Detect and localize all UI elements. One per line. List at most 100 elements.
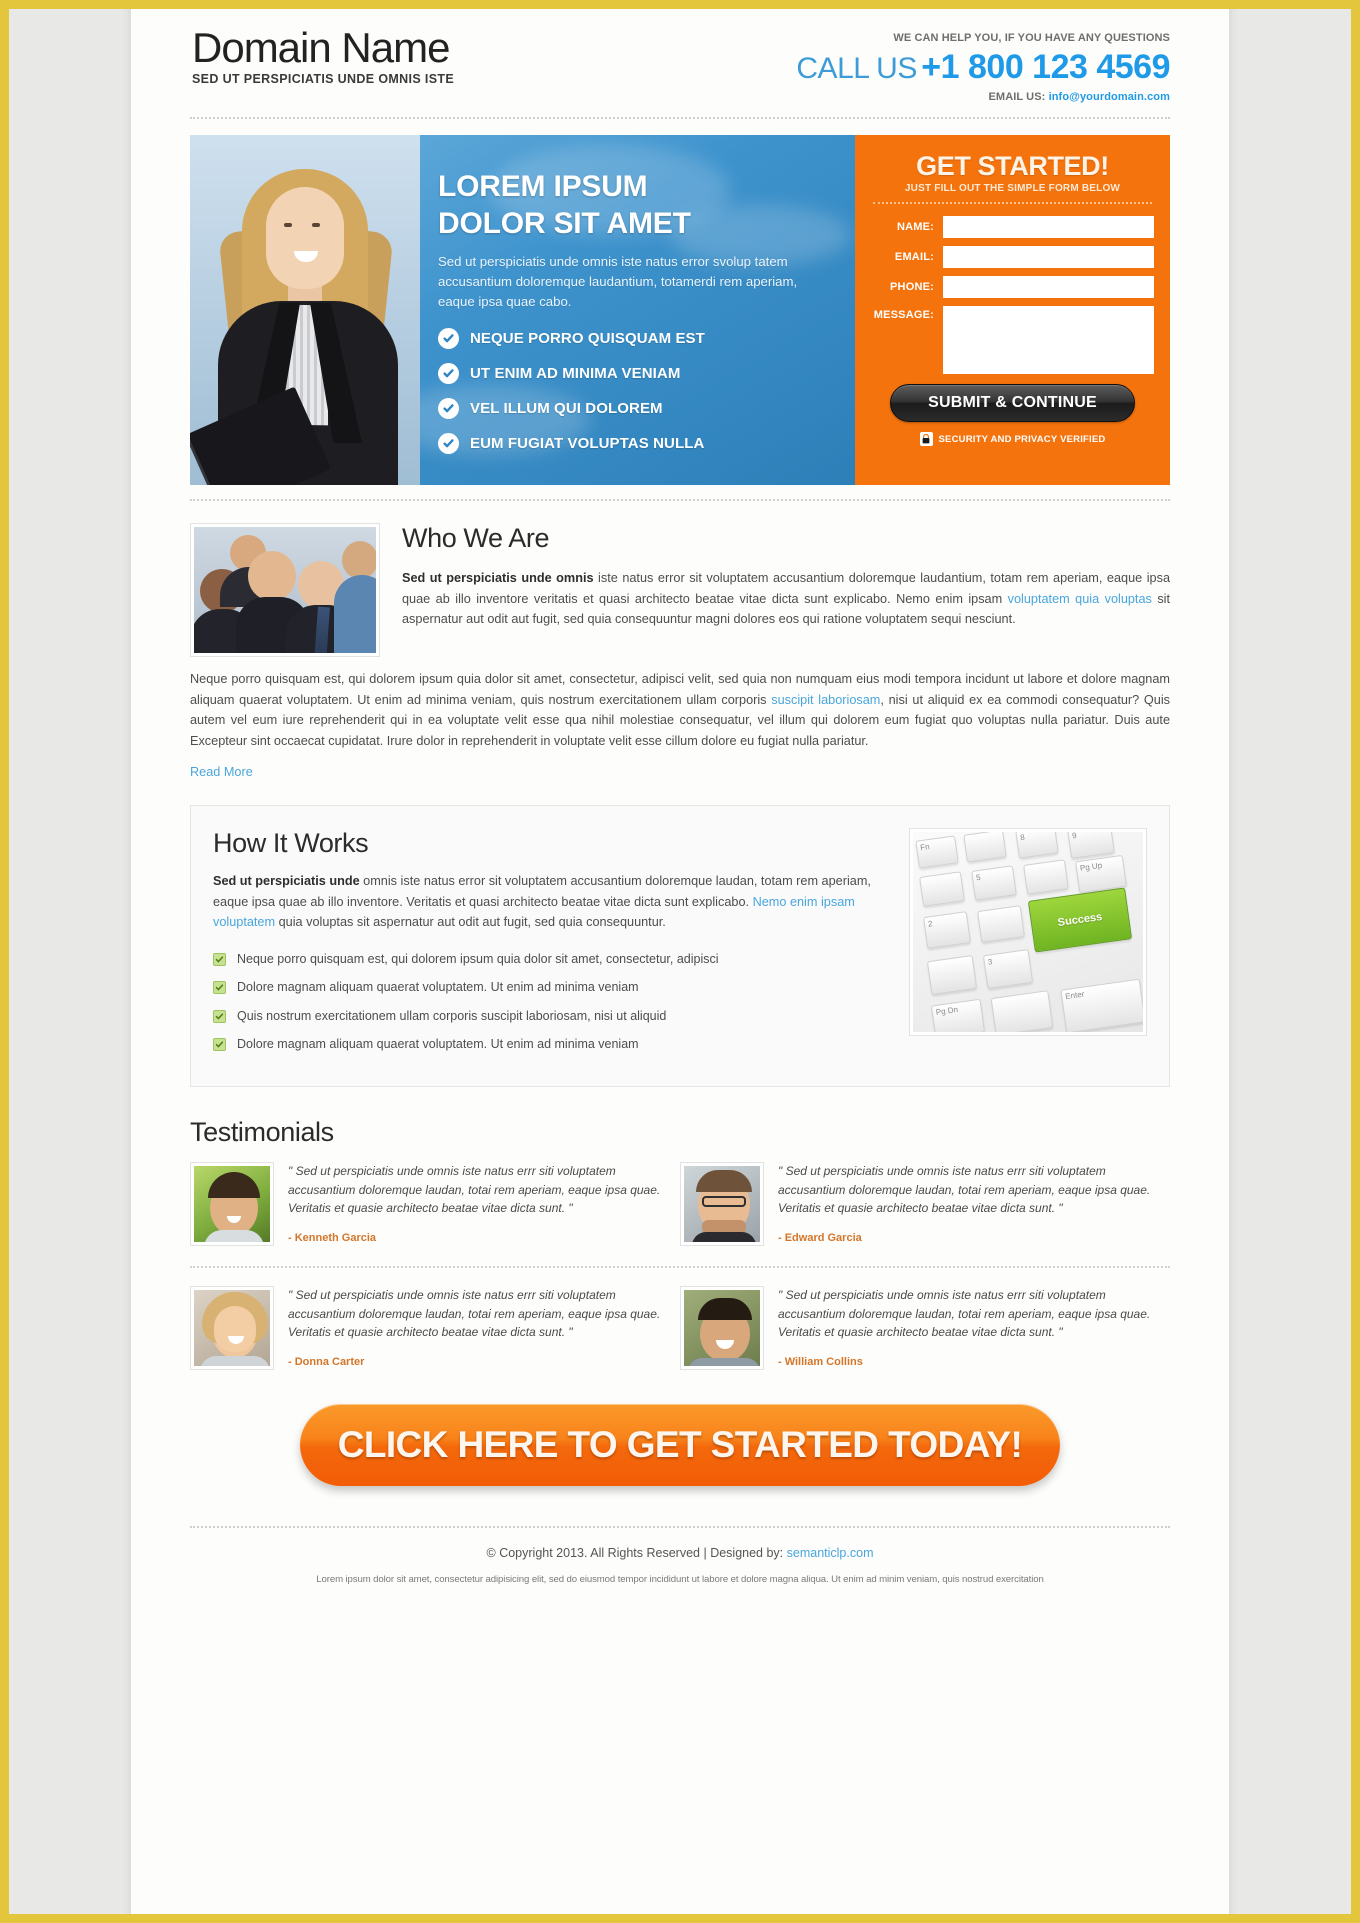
hero-section: LOREM IPSUM DOLOR SIT AMET Sed ut perspi… bbox=[190, 135, 1170, 485]
email-input[interactable] bbox=[943, 246, 1154, 268]
landing-page: Domain Name SED UT PERSPICIATIS UNDE OMN… bbox=[131, 0, 1229, 1923]
how-list-label: Quis nostrum exercitationem ullam corpor… bbox=[237, 1008, 667, 1023]
hero-benefit-list: NEQUE PORRO QUISQUAM EST UT ENIM AD MINI… bbox=[438, 328, 838, 455]
help-text: WE CAN HELP YOU, IF YOU HAVE ANY QUESTIO… bbox=[893, 32, 1170, 44]
site-header: Domain Name SED UT PERSPICIATIS UNDE OMN… bbox=[190, 0, 1170, 117]
hero-model-photo bbox=[190, 135, 420, 485]
who-we-are-section: Who We Are Sed ut perspiciatis unde omni… bbox=[190, 501, 1170, 781]
hero-benefit-label: UT ENIM AD MINIMA VENIAM bbox=[470, 365, 681, 383]
logo-title: Domain Name bbox=[192, 24, 450, 71]
form-row-email: EMAIL: bbox=[871, 246, 1154, 268]
testimonial-quote: " Sed ut perspiciatis unde omnis iste na… bbox=[778, 1288, 1151, 1340]
site-footer: © Copyright 2013. All Rights Reserved | … bbox=[190, 1528, 1170, 1611]
email-address[interactable]: info@yourdomain.com bbox=[1049, 91, 1170, 103]
testimonials-divider bbox=[190, 1266, 1170, 1269]
testimonial-avatar bbox=[680, 1162, 764, 1247]
how-paragraph-text-b: quia voluptas sit aspernatur aut odit au… bbox=[275, 915, 666, 930]
hero-benefit-label: NEQUE PORRO QUISQUAM EST bbox=[470, 330, 705, 348]
testimonial-avatar bbox=[190, 1286, 274, 1371]
phone-label: PHONE: bbox=[890, 281, 934, 293]
who-we-are-paragraph-1: Sed ut perspiciatis unde omnis iste natu… bbox=[402, 568, 1170, 630]
header-divider bbox=[190, 117, 1170, 119]
logo[interactable]: Domain Name SED UT PERSPICIATIS UNDE OMN… bbox=[190, 24, 455, 87]
who-inline-link-2[interactable]: suscipit laboriosam bbox=[771, 693, 880, 707]
testimonial-avatar bbox=[680, 1286, 764, 1371]
how-it-works-paragraph: Sed ut perspiciatis unde omnis iste natu… bbox=[213, 871, 887, 933]
submit-button[interactable]: SUBMIT & CONTINUE bbox=[890, 384, 1135, 422]
security-text: SECURITY AND PRIVACY VERIFIED bbox=[938, 433, 1106, 445]
phone-input[interactable] bbox=[943, 276, 1154, 298]
page-frame-left bbox=[0, 0, 9, 1923]
lead-capture-form: GET STARTED! JUST FILL OUT THE SIMPLE FO… bbox=[855, 135, 1170, 485]
testimonial-quote: " Sed ut perspiciatis unde omnis iste na… bbox=[288, 1164, 661, 1216]
how-paragraph-bold: Sed ut perspiciatis unde bbox=[213, 874, 360, 889]
hero-heading-line2: DOLOR SIT AMET bbox=[438, 206, 691, 240]
testimonial-card: " Sed ut perspiciatis unde omnis iste na… bbox=[190, 1162, 680, 1247]
email-label: EMAIL US: bbox=[988, 91, 1046, 103]
testimonials-title: Testimonials bbox=[190, 1117, 334, 1148]
form-row-name: NAME: bbox=[871, 216, 1154, 238]
read-more-link[interactable]: Read More bbox=[190, 765, 253, 779]
lock-icon bbox=[919, 432, 933, 446]
phone-line[interactable]: CALL US +1 800 123 4569 bbox=[796, 48, 1170, 87]
testimonial-avatar bbox=[190, 1162, 274, 1247]
hero-heading-line1: LOREM IPSUM bbox=[438, 170, 648, 203]
testimonial-row: " Sed ut perspiciatis unde omnis iste na… bbox=[190, 1162, 1170, 1247]
how-list-item: Quis nostrum exercitationem ullam corpor… bbox=[213, 1008, 887, 1024]
how-list-label: Neque porro quisquam est, qui dolorem ip… bbox=[237, 952, 719, 967]
name-input[interactable] bbox=[943, 216, 1154, 238]
hero-benefit-label: VEL ILLUM QUI DOLOREM bbox=[470, 400, 663, 418]
how-it-works-section: How It Works Sed ut perspiciatis unde om… bbox=[190, 805, 1170, 1088]
hero-copy: LOREM IPSUM DOLOR SIT AMET Sed ut perspi… bbox=[438, 169, 838, 468]
hero-paragraph: Sed ut perspiciatis unde omnis iste natu… bbox=[438, 254, 798, 310]
form-row-message: MESSAGE: bbox=[871, 306, 1154, 374]
header-contact-block: WE CAN HELP YOU, IF YOU HAVE ANY QUESTIO… bbox=[796, 26, 1170, 103]
how-list-label: Dolore magnam aliquam quaerat voluptatem… bbox=[237, 1036, 639, 1051]
copyright-line: © Copyright 2013. All Rights Reserved | … bbox=[190, 1546, 1170, 1560]
name-label: NAME: bbox=[896, 221, 934, 233]
page-frame-right bbox=[1351, 0, 1360, 1923]
call-us-label: CALL US bbox=[796, 52, 917, 85]
testimonial-author: - William Collins bbox=[778, 1355, 863, 1368]
who-we-are-paragraph-2: Neque porro quisquam est, qui dolorem ip… bbox=[190, 669, 1170, 751]
testimonial-author: - Kenneth Garcia bbox=[288, 1231, 377, 1244]
cta-button[interactable]: CLICK HERE TO GET STARTED TODAY! bbox=[300, 1404, 1060, 1487]
how-list-item: Dolore magnam aliquam quaerat voluptatem… bbox=[213, 979, 887, 995]
email-label: EMAIL: bbox=[894, 251, 934, 263]
how-list-label: Dolore magnam aliquam quaerat voluptatem… bbox=[237, 980, 639, 995]
message-textarea[interactable] bbox=[943, 306, 1154, 374]
testimonial-card: " Sed ut perspiciatis unde omnis iste na… bbox=[680, 1162, 1170, 1247]
who-paragraph-bold: Sed ut perspiciatis unde omnis bbox=[402, 571, 594, 585]
hero-benefit-item: UT ENIM AD MINIMA VENIAM bbox=[438, 363, 838, 385]
hero-benefit-item: VEL ILLUM QUI DOLOREM bbox=[438, 398, 838, 420]
team-photo bbox=[190, 523, 380, 657]
phone-number[interactable]: +1 800 123 4569 bbox=[921, 48, 1170, 86]
form-row-phone: PHONE: bbox=[871, 276, 1154, 298]
hero-benefit-item: NEQUE PORRO QUISQUAM EST bbox=[438, 328, 838, 350]
cta-section: CLICK HERE TO GET STARTED TODAY! bbox=[190, 1404, 1170, 1487]
page-frame-bottom bbox=[0, 1914, 1360, 1923]
security-badge: SECURITY AND PRIVACY VERIFIED bbox=[871, 432, 1154, 446]
testimonial-card: " Sed ut perspiciatis unde omnis iste na… bbox=[680, 1286, 1170, 1371]
how-list-item: Neque porro quisquam est, qui dolorem ip… bbox=[213, 951, 887, 967]
who-we-are-title: Who We Are bbox=[402, 523, 550, 553]
testimonial-author: - Edward Garcia bbox=[778, 1231, 862, 1244]
designer-link[interactable]: semanticlp.com bbox=[787, 1546, 874, 1560]
message-label: MESSAGE: bbox=[873, 309, 934, 321]
testimonial-card: " Sed ut perspiciatis unde omnis iste na… bbox=[190, 1286, 680, 1371]
logo-subtitle: SED UT PERSPICIATIS UNDE OMNIS ISTE bbox=[192, 72, 455, 87]
how-it-works-list: Neque porro quisquam est, qui dolorem ip… bbox=[213, 951, 887, 1052]
testimonial-quote: " Sed ut perspiciatis unde omnis iste na… bbox=[778, 1164, 1151, 1216]
email-line: EMAIL US: info@yourdomain.com bbox=[796, 91, 1170, 103]
check-circle-icon bbox=[438, 328, 459, 350]
footer-disclaimer: Lorem ipsum dolor sit amet, consectetur … bbox=[316, 1574, 1044, 1586]
form-divider bbox=[873, 202, 1152, 204]
hero-banner: LOREM IPSUM DOLOR SIT AMET Sed ut perspi… bbox=[190, 135, 855, 485]
testimonials-section: Testimonials " Sed ut perspiciatis unde … bbox=[190, 1117, 1170, 1371]
success-key: Success bbox=[1027, 887, 1133, 953]
hero-heading: LOREM IPSUM DOLOR SIT AMET bbox=[438, 169, 838, 242]
who-inline-link-1[interactable]: voluptatem quia voluptas bbox=[1008, 592, 1152, 606]
check-square-icon bbox=[213, 981, 226, 995]
how-it-works-title: How It Works bbox=[213, 828, 369, 859]
check-circle-icon bbox=[438, 363, 459, 385]
